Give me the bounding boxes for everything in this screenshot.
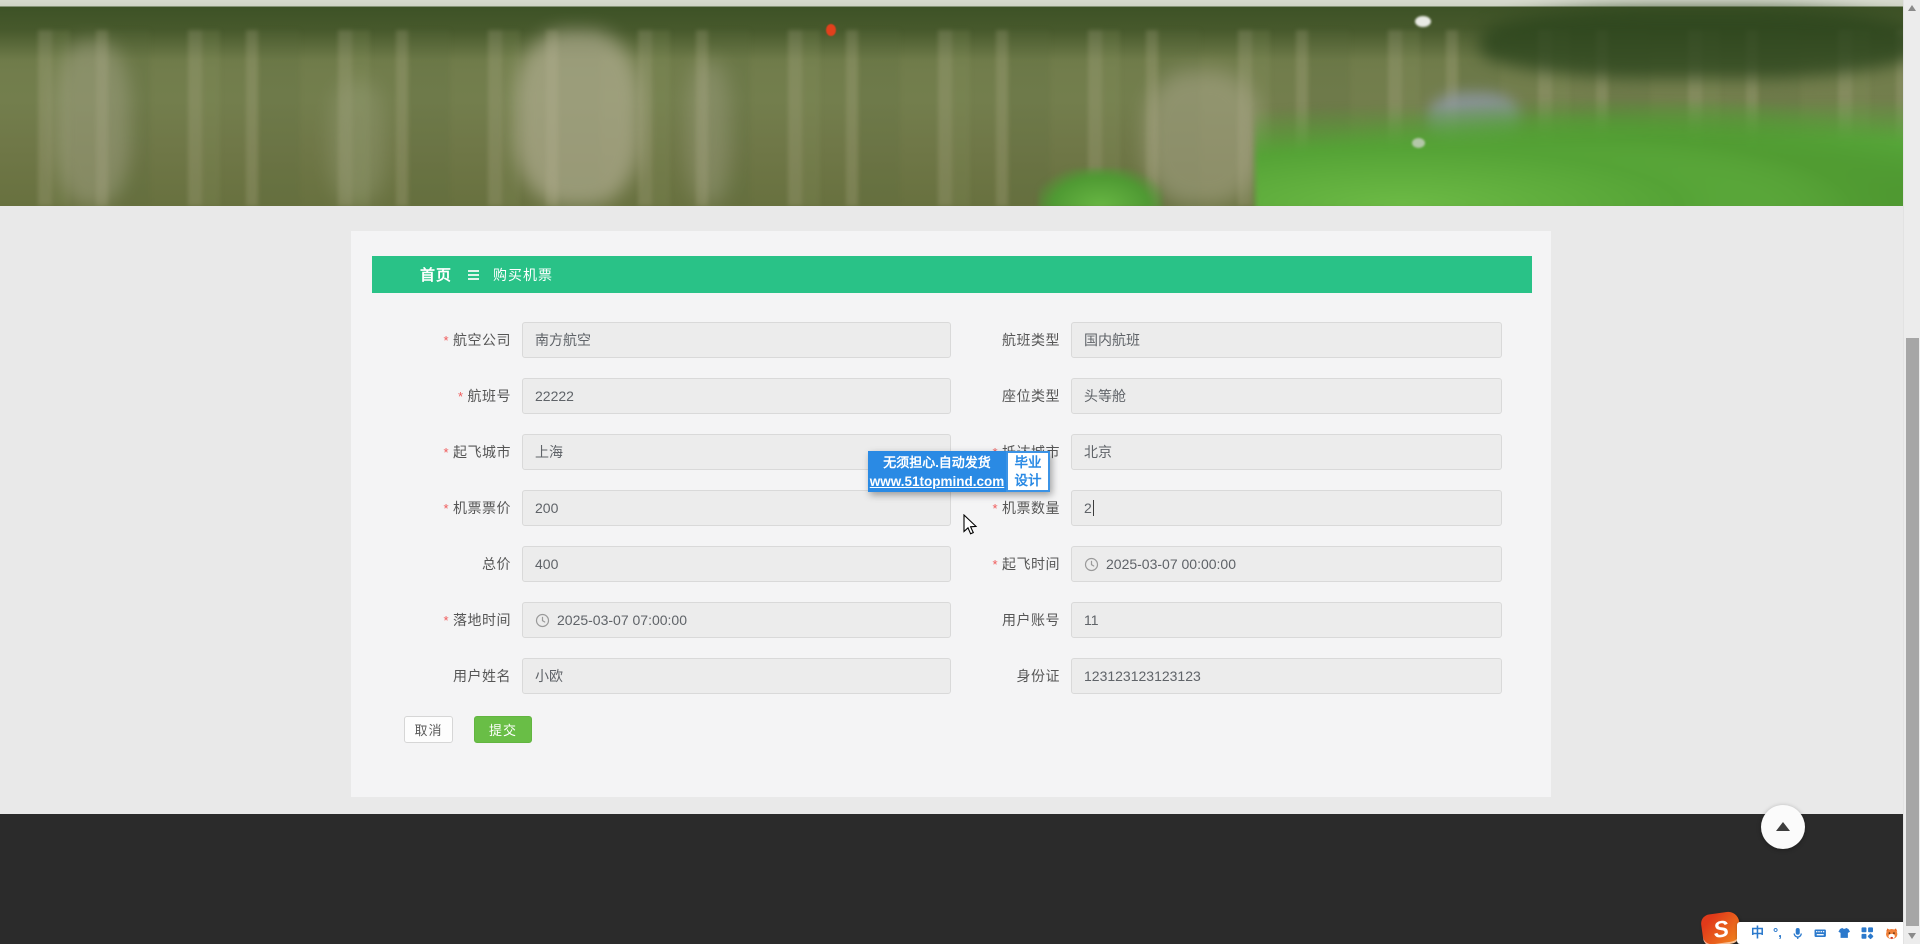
sogou-ime-logo[interactable]: S <box>1700 911 1742 944</box>
required-asterisk: * <box>443 333 449 348</box>
input-value: 上海 <box>535 435 563 469</box>
water-reflection <box>515 30 640 206</box>
scrollbar-thumb[interactable] <box>1906 338 1919 926</box>
input-seat-type[interactable]: 头等舱 <box>1071 378 1502 414</box>
input-arrive-city[interactable]: 北京 <box>1071 434 1502 470</box>
input-value: 头等舱 <box>1084 379 1126 413</box>
input-value: 南方航空 <box>535 323 591 357</box>
input-id-card[interactable]: 123123123123123 <box>1071 658 1502 694</box>
input-value: 北京 <box>1084 435 1112 469</box>
label-depart-time: *起飞时间 <box>880 546 1060 582</box>
emoji-fox-icon[interactable] <box>1884 926 1899 941</box>
input-value: 123123123123123 <box>1084 659 1201 693</box>
label-id-card: 身份证 <box>880 658 1060 694</box>
white-speck <box>1412 138 1425 148</box>
vendor-watermark-text: 无须担心.自动发货 www.51topmind.com <box>868 451 1006 492</box>
badge-line2: 设计 <box>1008 472 1048 490</box>
breadcrumb: 首页 购买机票 <box>372 256 1532 293</box>
label-user-account: 用户账号 <box>880 602 1060 638</box>
breadcrumb-separator-icon <box>468 274 479 276</box>
label-total-price: 总价 <box>371 546 511 582</box>
sogou-logo-letter: S <box>1712 915 1731 944</box>
page-footer <box>0 814 1920 944</box>
required-asterisk: * <box>443 445 449 460</box>
label-land-time: *落地时间 <box>371 602 511 638</box>
input-value: 11 <box>1084 603 1099 637</box>
microphone-icon[interactable] <box>1791 926 1804 941</box>
scroll-to-top-button[interactable] <box>1761 805 1805 849</box>
water-reflection <box>688 60 730 206</box>
input-ticket-qty[interactable]: 2 <box>1071 490 1502 526</box>
foliage-shadow <box>1480 8 1920 78</box>
required-asterisk: * <box>443 501 449 516</box>
hero-photo-banner <box>0 0 1920 206</box>
watermark-line1: 无须担心.自动发货 <box>868 453 1006 472</box>
toolbox-grid-icon[interactable] <box>1860 926 1874 940</box>
mouse-cursor <box>963 514 978 536</box>
label-ticket-price: *机票票价 <box>371 490 511 526</box>
input-value: 400 <box>535 547 558 581</box>
cancel-button[interactable]: 取消 <box>404 716 453 743</box>
breadcrumb-current: 购买机票 <box>493 265 553 285</box>
badge-line1: 毕业 <box>1008 454 1048 472</box>
scrollbar-down-arrow-icon[interactable] <box>1908 933 1916 939</box>
vertical-scrollbar[interactable] <box>1903 0 1920 944</box>
chinese-mode-icon[interactable]: 中 <box>1751 922 1764 944</box>
label-flight-type: 航班类型 <box>880 322 1060 358</box>
label-airline: *航空公司 <box>371 322 511 358</box>
input-user-account[interactable]: 11 <box>1071 602 1502 638</box>
input-value: 22222 <box>535 379 574 413</box>
input-value: 2025-03-07 07:00:00 <box>557 603 687 637</box>
watermark-url: www.51topmind.com <box>868 472 1006 491</box>
red-marker-dot <box>826 24 836 36</box>
punctuation-icon[interactable]: °, <box>1773 922 1782 944</box>
arrow-up-icon <box>1776 822 1790 831</box>
label-flight-no: *航班号 <box>371 378 511 414</box>
water-reflection <box>55 40 130 206</box>
clock-icon <box>535 613 550 628</box>
submit-button[interactable]: 提交 <box>474 716 532 743</box>
vendor-watermark: 无须担心.自动发货 www.51topmind.com 毕业 设计 <box>868 451 1050 492</box>
breadcrumb-home-link[interactable]: 首页 <box>420 264 452 285</box>
water-reflection <box>330 80 385 206</box>
required-asterisk: * <box>443 613 449 628</box>
input-flight-type[interactable]: 国内航班 <box>1071 322 1502 358</box>
input-value: 国内航班 <box>1084 323 1140 357</box>
label-user-name: 用户姓名 <box>371 658 511 694</box>
required-asterisk: * <box>992 501 998 516</box>
required-asterisk: * <box>992 557 998 572</box>
green-bushes <box>1255 100 1920 206</box>
purchase-ticket-card: 首页 购买机票 *航空公司南方航空 航班类型国内航班 *航班号 22222 座位类型头等… <box>351 231 1551 797</box>
scrollbar-up-arrow-icon[interactable] <box>1908 5 1916 11</box>
input-value: 2025-03-07 00:00:00 <box>1106 547 1236 581</box>
keyboard-icon[interactable] <box>1813 926 1827 940</box>
skin-shirt-icon[interactable] <box>1837 926 1851 940</box>
clock-icon <box>1084 557 1099 572</box>
text-caret <box>1093 500 1095 516</box>
input-depart-time[interactable]: 2025-03-07 00:00:00 <box>1071 546 1502 582</box>
vendor-watermark-badge: 毕业 设计 <box>1006 451 1050 492</box>
input-value: 200 <box>535 491 558 525</box>
grass-tuft <box>1038 168 1163 206</box>
required-asterisk: * <box>458 389 464 404</box>
label-seat-type: 座位类型 <box>880 378 1060 414</box>
label-depart-city: *起飞城市 <box>371 434 511 470</box>
input-value: 2 <box>1084 491 1092 525</box>
input-value: 小欧 <box>535 659 563 693</box>
ime-toolbar: 中 °, <box>1737 922 1907 944</box>
white-speck <box>1415 16 1431 27</box>
